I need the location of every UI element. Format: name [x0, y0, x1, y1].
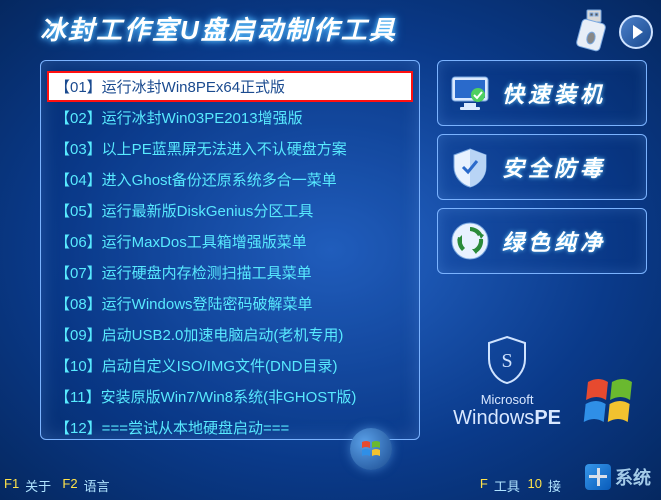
menu-item-02[interactable]: 【02】运行冰封Win03PE2013增强版: [47, 102, 413, 133]
menu-item-10[interactable]: 【10】启动自定义ISO/IMG文件(DND目录): [47, 350, 413, 381]
footer-bar: F1 关于 F2 语言 F 工具 10 接: [0, 474, 661, 496]
winpe-line1: Microsoft: [453, 392, 561, 407]
f2-key: F2: [62, 476, 77, 495]
recycle-icon: [448, 219, 492, 263]
side-label-security: 安全防毒: [502, 151, 606, 183]
pe-shield-icon: S: [485, 335, 529, 385]
app-title: 冰封工作室U盘启动制作工具: [40, 10, 397, 47]
shield-icon: [448, 145, 492, 189]
watermark-icon: [585, 464, 611, 490]
watermark-text: 系统: [615, 464, 651, 490]
windows-orb-icon: [350, 428, 392, 470]
menu-item-11[interactable]: 【11】安装原版Win7/Win8系统(非GHOST版): [47, 381, 413, 412]
play-button[interactable]: [619, 15, 653, 49]
menu-item-04[interactable]: 【04】进入Ghost备份还原系统多合一菜单: [47, 164, 413, 195]
f10-label: 接: [548, 476, 561, 495]
boot-menu: 【01】运行冰封Win8PEx64正式版 【02】运行冰封Win03PE2013…: [40, 60, 420, 440]
watermark: 系统: [585, 464, 651, 490]
side-label-green: 绿色纯净: [502, 225, 606, 257]
f1-key: F1: [4, 476, 19, 495]
menu-item-09[interactable]: 【09】启动USB2.0加速电脑启动(老机专用): [47, 319, 413, 350]
monitor-icon: [448, 71, 492, 115]
menu-item-06[interactable]: 【06】运行MaxDos工具箱增强版菜单: [47, 226, 413, 257]
f9-label: 工具: [494, 476, 520, 495]
menu-item-03[interactable]: 【03】以上PE蓝黑屏无法进入不认硬盘方案: [47, 133, 413, 164]
side-label-install: 快速装机: [502, 77, 606, 109]
svg-text:S: S: [502, 350, 513, 372]
side-panel: 快速装机 安全防毒 绿色纯净: [437, 60, 647, 274]
side-card-security[interactable]: 安全防毒: [437, 134, 647, 200]
f9-key: F: [480, 476, 488, 495]
f1-label: 关于: [25, 476, 51, 495]
f10-key: 10: [528, 476, 542, 495]
menu-item-07[interactable]: 【07】运行硬盘内存检测扫描工具菜单: [47, 257, 413, 288]
windowspe-logo: S Microsoft WindowsPE: [453, 335, 561, 430]
side-card-green[interactable]: 绿色纯净: [437, 208, 647, 274]
menu-item-05[interactable]: 【05】运行最新版DiskGenius分区工具: [47, 195, 413, 226]
winpe-line2: WindowsPE: [453, 407, 561, 430]
usb-icon: [561, 8, 611, 58]
side-card-install[interactable]: 快速装机: [437, 60, 647, 126]
f2-label: 语言: [84, 476, 110, 495]
menu-item-01[interactable]: 【01】运行冰封Win8PEx64正式版: [47, 71, 413, 102]
menu-item-08[interactable]: 【08】运行Windows登陆密码破解菜单: [47, 288, 413, 319]
windows-flag-icon: [583, 372, 647, 430]
